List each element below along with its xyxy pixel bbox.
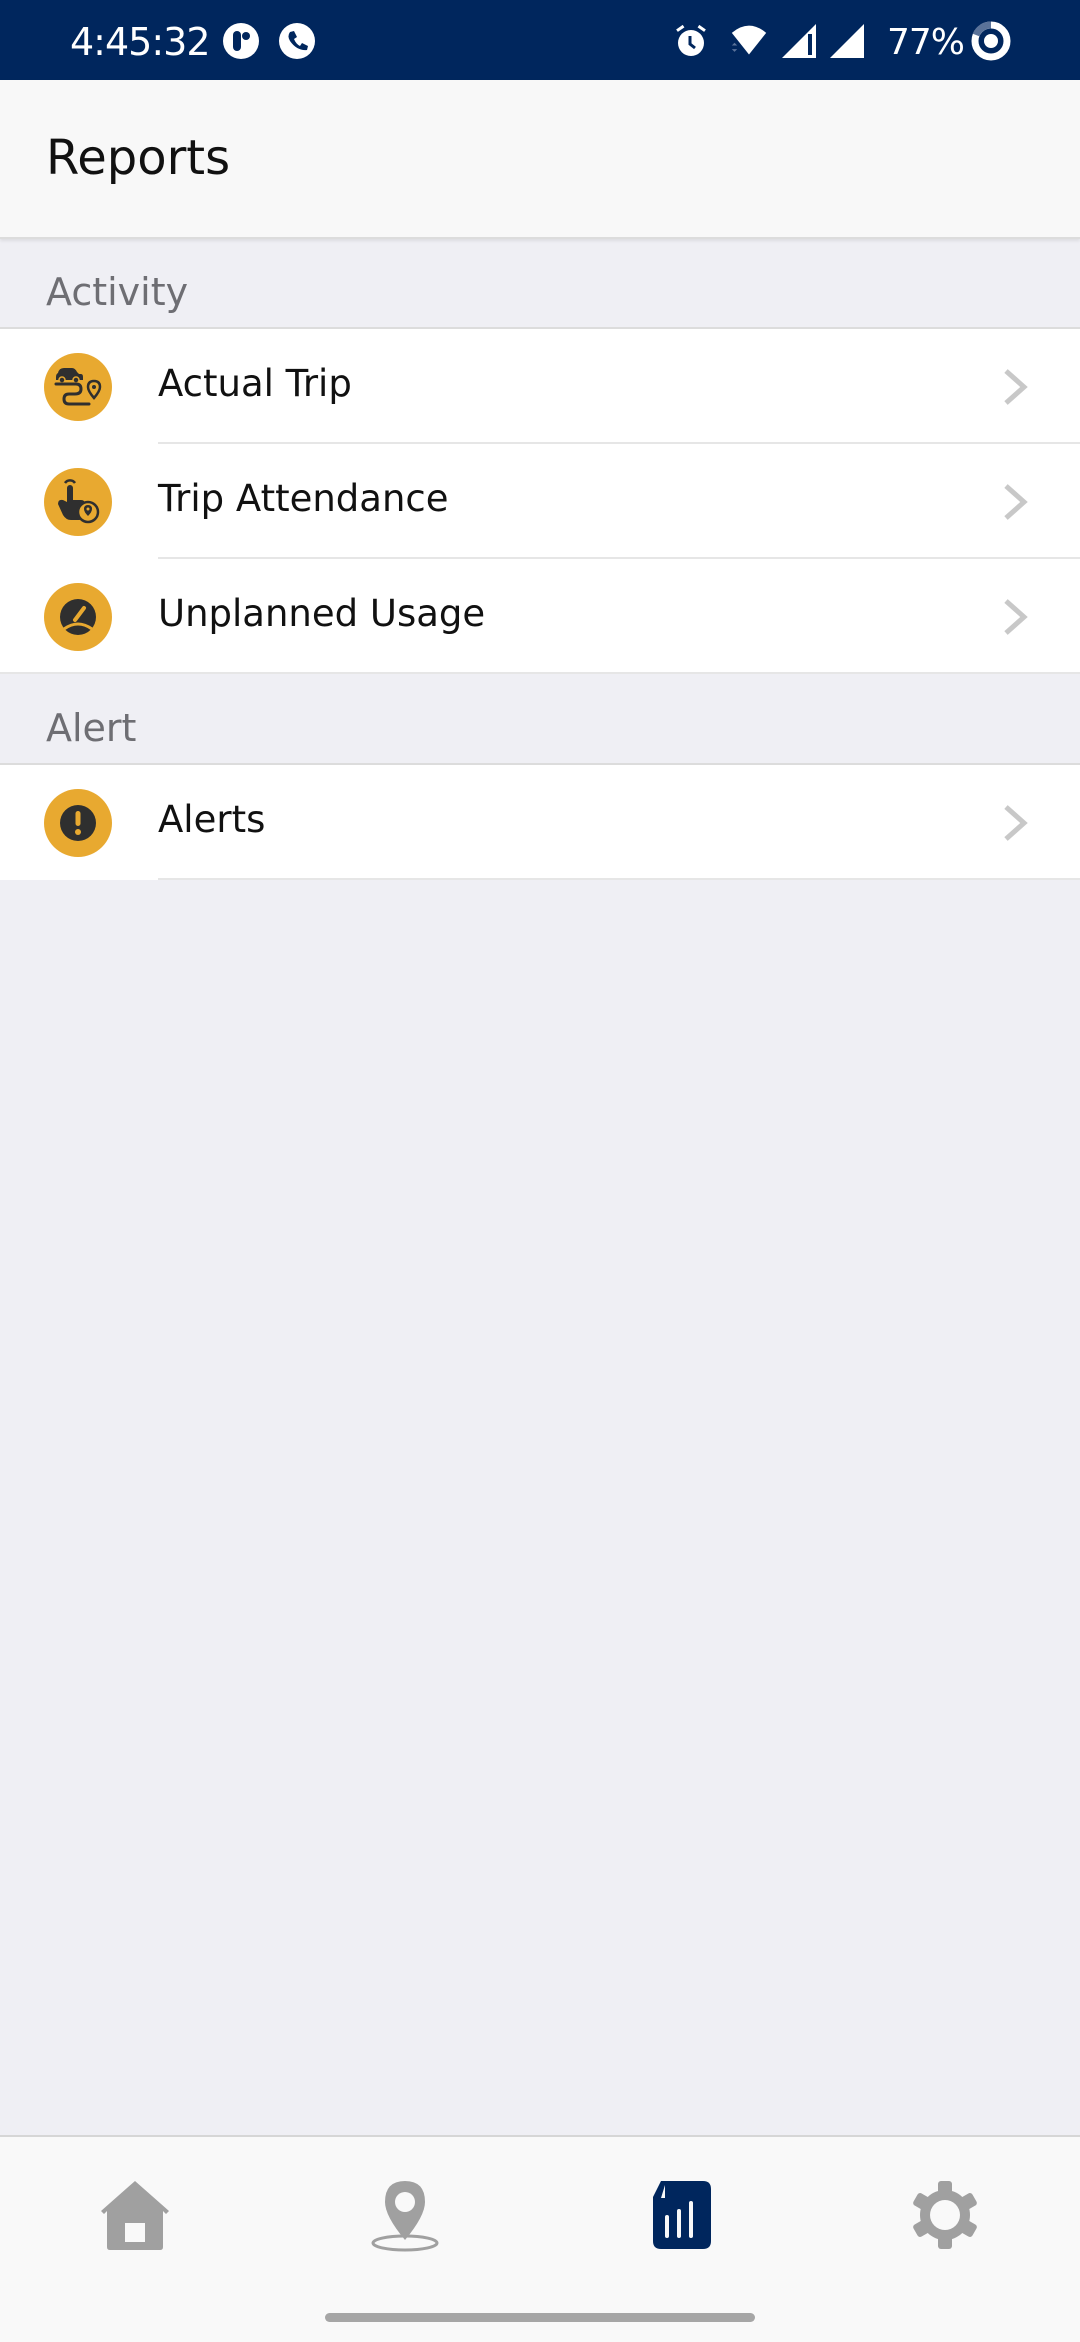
bottom-nav xyxy=(0,2135,1080,2342)
list-item-label: Actual Trip xyxy=(158,362,352,405)
signal-icon xyxy=(828,22,866,60)
nav-reports[interactable] xyxy=(635,2177,715,2257)
section-title: Activity xyxy=(46,270,189,314)
list-item-trip-attendance[interactable]: Trip Attendance xyxy=(0,444,1080,559)
tap-location-icon xyxy=(44,468,112,536)
list-item-alerts[interactable]: Alerts xyxy=(0,765,1080,880)
report-chart-icon xyxy=(653,2181,711,2249)
section-activity: Activity xyxy=(0,238,1080,328)
chevron-right-icon xyxy=(998,595,1032,639)
battery-saver-icon xyxy=(970,20,1012,62)
list-item-label: Trip Attendance xyxy=(158,477,449,520)
alarm-icon xyxy=(672,22,710,60)
exclamation-icon xyxy=(44,789,112,857)
chevron-right-icon xyxy=(998,480,1032,524)
app-notification-icon xyxy=(222,22,260,60)
signal-icon xyxy=(780,22,818,60)
chevron-right-icon xyxy=(998,801,1032,845)
car-route-icon xyxy=(44,353,112,421)
list-item-label: Unplanned Usage xyxy=(158,592,486,635)
list-item-label: Alerts xyxy=(158,798,266,841)
nav-settings[interactable] xyxy=(905,2177,985,2257)
phone-call-icon xyxy=(278,22,316,60)
status-time: 4:45:32 xyxy=(70,20,210,64)
map-pin-icon xyxy=(371,2181,439,2252)
nav-location[interactable] xyxy=(365,2177,445,2257)
app-header: Reports xyxy=(0,80,1080,239)
list-item-actual-trip[interactable]: Actual Trip xyxy=(0,329,1080,444)
section-alert: Alert xyxy=(0,674,1080,764)
home-indicator[interactable] xyxy=(325,2313,755,2322)
home-icon xyxy=(101,2181,169,2250)
battery-percent: 77% xyxy=(887,22,965,63)
divider xyxy=(158,878,1080,880)
chevron-right-icon xyxy=(998,365,1032,409)
nav-home[interactable] xyxy=(95,2177,175,2257)
speedometer-icon xyxy=(44,583,112,651)
wifi-icon xyxy=(730,22,768,60)
status-bar: 4:45:32 77% xyxy=(0,0,1080,80)
list-item-unplanned-usage[interactable]: Unplanned Usage xyxy=(0,559,1080,674)
section-title: Alert xyxy=(46,706,137,750)
gear-icon xyxy=(913,2181,977,2249)
page-title: Reports xyxy=(46,130,231,186)
